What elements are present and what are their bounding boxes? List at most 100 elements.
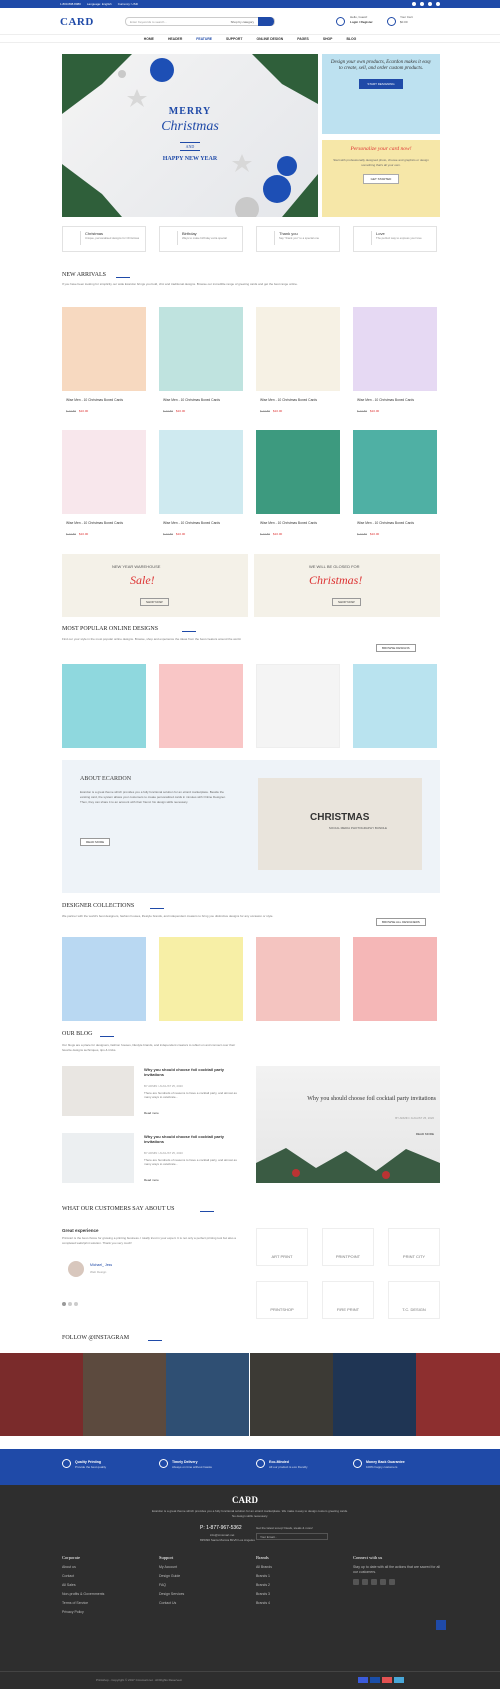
design-image[interactable] [256,664,340,748]
product-image[interactable] [353,430,437,514]
footer-link[interactable]: Non-profits & Governments [62,1592,104,1596]
account-block[interactable]: Hello, Guest! Login / Register [350,15,373,25]
product-title[interactable]: Wise Men - 10 Christmas Boxed Cards [357,521,414,525]
featured-blog[interactable]: Why you should choose foil cocktail part… [256,1066,440,1183]
facebook-icon[interactable] [412,2,416,6]
browse-designs-button[interactable]: BROWSE DESIGNS [376,644,416,652]
footer-link[interactable]: Privacy Policy [62,1610,104,1614]
product-title[interactable]: Wise Men - 10 Christmas Boxed Cards [260,521,317,525]
blog-read-more[interactable]: Read more [144,1178,159,1182]
carousel-dot[interactable] [68,1302,72,1306]
newsletter-input[interactable]: Your Email... [256,1533,328,1540]
instagram-photo[interactable] [250,1353,333,1436]
instagram-photo[interactable] [166,1353,249,1436]
instagram-photo[interactable] [83,1353,166,1436]
footer-link[interactable]: Brands 4 [256,1601,272,1605]
carousel-dot[interactable] [74,1302,78,1306]
designer-card[interactable] [353,937,437,1021]
brand-logo[interactable]: T.C. DESIGN [388,1281,440,1319]
browse-designers-button[interactable]: BROWSE ALL DESIGNERS [376,918,426,926]
product-image[interactable] [62,430,146,514]
footer-link[interactable]: Design Guide [159,1574,184,1578]
twitter-icon[interactable] [362,1579,368,1585]
carousel-dot[interactable] [62,1302,66,1306]
designer-card[interactable] [62,937,146,1021]
logo[interactable]: CARD [60,16,94,28]
search-button[interactable] [258,17,274,26]
back-to-top-button[interactable] [436,1620,446,1630]
blog-post-title[interactable]: Why you should choose foil cocktail part… [144,1134,240,1144]
instagram-photo[interactable] [416,1353,500,1436]
category-select[interactable]: Shop by category [231,20,254,24]
nav-header[interactable]: HEADER [168,37,182,41]
brand-logo[interactable]: ART PRINT [256,1228,308,1266]
footer-link[interactable]: About us [62,1565,104,1569]
blog-post-title[interactable]: Why you should choose foil cocktail part… [144,1067,240,1077]
design-image[interactable] [159,664,243,748]
nav-pages[interactable]: PAGES [297,37,309,41]
footer-link[interactable]: All Sales [62,1583,104,1587]
feature-birthday[interactable]: Birthday Ways to make birthday extra spec… [159,226,243,252]
footer-link[interactable]: Brands 1 [256,1574,272,1578]
nav-shop[interactable]: SHOP [323,37,333,41]
footer-link[interactable]: Design Services [159,1592,184,1596]
designer-card[interactable] [256,937,340,1021]
footer-link[interactable]: Contact Us [159,1601,184,1605]
feature-thankyou[interactable]: Thank you Say "thank you" to a special on… [256,226,340,252]
brand-logo[interactable]: PRINT CITY [388,1228,440,1266]
shop-now-button[interactable]: SHOP NOW [332,598,361,606]
product-image[interactable] [353,307,437,391]
footer-link[interactable]: Brands 3 [256,1592,272,1596]
product-title[interactable]: Wise Men - 10 Christmas Boxed Cards [163,521,220,525]
product-title[interactable]: Wise Men - 10 Christmas Boxed Cards [163,398,220,402]
nav-feature[interactable]: FEATURE [196,37,212,41]
design-image[interactable] [353,664,437,748]
footer-logo[interactable]: CARD [232,1495,258,1505]
footer-link[interactable]: Brands 2 [256,1583,272,1587]
nav-home[interactable]: HOME [144,37,154,41]
pinterest-icon[interactable] [371,1579,377,1585]
cart-block[interactable]: Your Cart $0.00 [400,15,413,25]
brand-logo[interactable]: FIRE PRINT [322,1281,374,1319]
featured-read-more-button[interactable]: READ MORE [416,1132,434,1136]
cart-icon[interactable] [387,17,396,26]
facebook-icon[interactable] [353,1579,359,1585]
sale-banner[interactable]: NEW YEAR WAREHOUSE Sale! SHOP NOW [62,554,248,617]
feature-christmas[interactable]: Christmas Unique, personalised designs fo… [62,226,146,252]
get-started-button[interactable]: GET STARTED [362,174,400,184]
user-icon[interactable] [336,17,345,26]
footer-email[interactable]: info@cmsmart.net [210,1533,234,1537]
designer-card[interactable] [159,937,243,1021]
twitter-icon[interactable] [420,2,424,6]
product-image[interactable] [159,307,243,391]
product-title[interactable]: Wise Men - 10 Christmas Boxed Cards [357,398,414,402]
blog-image[interactable] [62,1133,134,1183]
nav-support[interactable]: SUPPORT [226,37,242,41]
language-select[interactable]: Language: English [87,2,112,6]
search-input[interactable]: Enter Keywords to search... [130,20,167,24]
product-image[interactable] [256,307,340,391]
christmas-banner[interactable]: WE WILL BE GLOSED FOR Christmas! SHOP NO… [254,554,440,617]
product-title[interactable]: Wise Men - 10 Christmas Boxed Cards [66,398,123,402]
instagram-photo[interactable] [0,1353,83,1436]
footer-link[interactable]: Contact [62,1574,104,1578]
footer-link[interactable]: Terms of Service [62,1601,104,1605]
google-plus-icon[interactable] [436,2,440,6]
brand-logo[interactable]: PRINTPOINT [322,1228,374,1266]
product-title[interactable]: Wise Men - 10 Christmas Boxed Cards [66,521,123,525]
product-image[interactable] [159,430,243,514]
footer-link[interactable]: All Brands [256,1565,272,1569]
design-image[interactable] [62,664,146,748]
nav-blog[interactable]: BLOG [346,37,356,41]
linkedin-icon[interactable] [380,1579,386,1585]
product-image[interactable] [256,430,340,514]
account-links[interactable]: Login / Register [350,20,373,25]
footer-link[interactable]: My Account [159,1565,184,1569]
shop-now-button[interactable]: SHOP NOW [140,598,169,606]
start-designing-button[interactable]: START DESIGNING [359,79,403,90]
blog-read-more[interactable]: Read more [144,1111,159,1115]
feature-love[interactable]: Love The perfect way to express your love [353,226,437,252]
google-plus-icon[interactable] [389,1579,395,1585]
footer-link[interactable]: FAQ [159,1583,184,1587]
brand-logo[interactable]: PRINTSHOP [256,1281,308,1319]
